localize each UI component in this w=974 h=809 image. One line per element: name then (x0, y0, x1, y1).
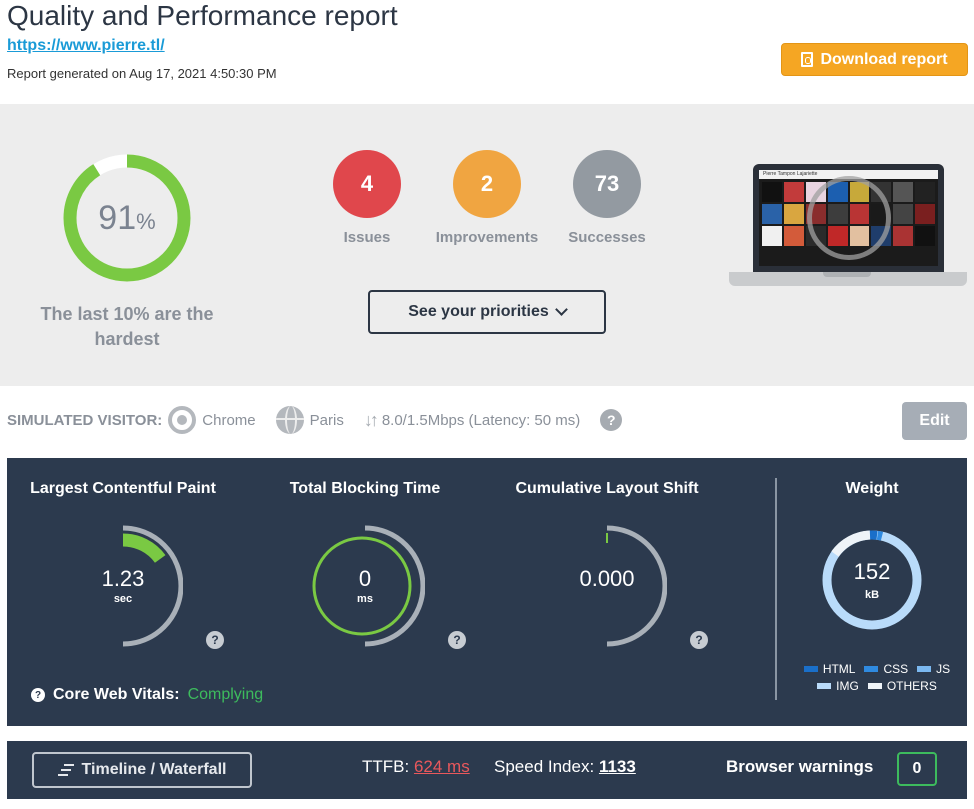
weight-unit: kB (864, 589, 880, 601)
chevron-down-icon (554, 303, 568, 316)
legend-html: HTML (803, 662, 855, 676)
lcp-unit: sec (113, 593, 133, 605)
lcp-value: 1.23 (101, 566, 145, 591)
help-icon[interactable]: ? (600, 409, 623, 431)
ttfb-metric: TTFB: 624 ms (362, 757, 470, 777)
waterfall-icon (57, 764, 74, 776)
visitor-connection-speed: 8.0/1.5Mbps (Latency: 50 ms) (381, 411, 581, 429)
visitor-browser: Chrome (168, 406, 256, 434)
tbt-title: Total Blocking Time (289, 480, 441, 497)
laptop-notch (823, 272, 871, 277)
page-title: Quality and Performance report (7, 0, 398, 31)
score-tagline: The last 10% are the hardest (40, 304, 214, 349)
legend-js: JS (917, 662, 950, 676)
tbt-help-icon[interactable]: ? (448, 631, 466, 649)
download-report-button[interactable]: Download report (781, 43, 968, 76)
legend-css: CSS (864, 662, 908, 676)
up-down-arrows-icon: ↓↑ (363, 409, 379, 430)
chrome-icon (168, 406, 197, 434)
successes-counter[interactable]: 73 Successes (537, 150, 677, 246)
improvements-counter[interactable]: 2 Improvements (417, 150, 557, 246)
timeline-waterfall-button[interactable]: Timeline / Waterfall (32, 752, 252, 788)
speed-index-metric: Speed Index: 1133 (494, 757, 636, 777)
site-screenshot: Pierre Tampon Lajariette (759, 170, 938, 266)
legend-others: OTHERS (867, 679, 937, 693)
ttfb-label: TTFB: (362, 757, 410, 776)
visitor-connection: ↓↑ 8.0/1.5Mbps (Latency: 50 ms) (364, 410, 580, 431)
metrics-divider (775, 478, 777, 700)
see-priorities-button[interactable]: See your priorities (368, 290, 606, 334)
metric-weight: Weight 152 kB HTML CSS JS IMG OTHERS (787, 458, 957, 726)
tbt-value: 0 (358, 566, 372, 591)
successes-count: 73 (573, 150, 641, 218)
score-number: 91 (98, 198, 137, 237)
cwv-status: Complying (187, 686, 264, 703)
ttfb-value-link[interactable]: 624 ms (414, 757, 470, 776)
cls-help-icon[interactable]: ? (690, 631, 708, 649)
download-report-label: Download report (820, 50, 948, 68)
speed-index-value-link[interactable]: 1133 (599, 757, 636, 776)
play-icon (806, 176, 891, 260)
successes-label: Successes (568, 229, 646, 246)
tbt-unit: ms (357, 593, 373, 605)
laptop-screen: Pierre Tampon Lajariette (753, 164, 944, 272)
simulated-visitor-label: SIMULATED VISITOR: (7, 411, 163, 429)
edit-visitor-button[interactable]: Edit (902, 402, 967, 440)
metric-cls: Cumulative Layout Shift 0.000 ? (491, 458, 723, 726)
score-unit: % (136, 209, 156, 234)
weight-title: Weight (845, 480, 899, 497)
improvements-count: 2 (453, 150, 521, 218)
lcp-help-icon[interactable]: ? (206, 631, 224, 649)
core-web-vitals-status: ? Core Web Vitals: Complying (31, 686, 263, 704)
cls-value: 0.000 (579, 566, 635, 591)
report-generated-date: Report generated on Aug 17, 2021 4:50:30… (7, 66, 277, 81)
score-value: 91 % (61, 152, 193, 284)
weight-legend: HTML CSS JS IMG OTHERS (797, 662, 957, 696)
metric-tbt: Total Blocking Time 0 ms ? (249, 458, 481, 726)
see-priorities-label: See your priorities (408, 303, 549, 320)
browser-warnings-count[interactable]: 0 (897, 752, 937, 786)
site-preview-video[interactable]: Pierre Tampon Lajariette (729, 164, 967, 288)
bottom-bar: Timeline / Waterfall TTFB: 624 ms Speed … (7, 741, 967, 799)
cwv-help-icon[interactable]: ? (31, 688, 45, 702)
metrics-panel: Largest Contentful Paint 1.23 sec ? Tota… (7, 458, 967, 726)
visitor-location-name: Paris (309, 411, 344, 429)
cls-title: Cumulative Layout Shift (515, 480, 699, 497)
issues-counter[interactable]: 4 Issues (297, 150, 437, 246)
site-url-link[interactable]: https://www.pierre.tl/ (7, 37, 165, 55)
legend-img: IMG (817, 679, 859, 693)
weight-value: 152 (853, 559, 891, 584)
issues-label: Issues (343, 229, 391, 246)
cwv-label: Core Web Vitals: (53, 686, 180, 703)
improvements-label: Improvements (435, 229, 539, 246)
browser-warnings-label[interactable]: Browser warnings (726, 757, 873, 777)
globe-icon (275, 406, 304, 434)
visitor-browser-name: Chrome (202, 411, 256, 429)
speed-index-label: Speed Index: (494, 757, 595, 776)
visitor-location: Paris (275, 406, 344, 434)
summary-section: 91 % The last 10% are the hardest 4 Issu… (0, 104, 974, 386)
issues-count: 4 (333, 150, 401, 218)
lcp-title: Largest Contentful Paint (30, 480, 216, 497)
simulated-visitor-bar: SIMULATED VISITOR: Chrome Paris ↓↑ 8.0/1… (7, 404, 623, 436)
pdf-file-icon (801, 52, 814, 67)
timeline-waterfall-label: Timeline / Waterfall (81, 761, 227, 778)
